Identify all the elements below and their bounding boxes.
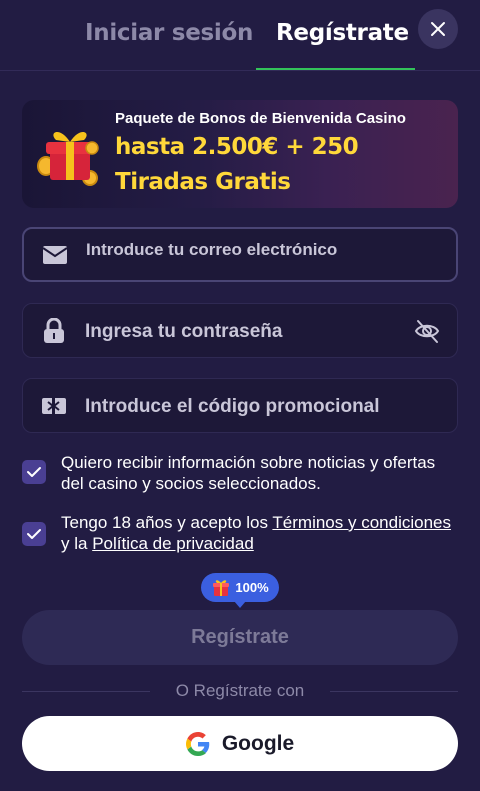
ticket-icon [41,393,67,419]
bonus-subtitle: Paquete de Bonos de Bienvenida Casino [115,110,406,127]
close-button[interactable] [418,9,458,49]
google-signup-button[interactable]: Google [22,716,458,771]
privacy-policy-link[interactable]: Política de privacidad [92,534,254,553]
google-button-label: Google [221,731,295,755]
welcome-bonus-banner: Paquete de Bonos de Bienvenida Casino ha… [22,100,458,208]
terms-prefix: Tengo 18 años y acepto los [61,513,273,532]
terms-link[interactable]: Términos y condiciones [272,513,451,532]
terms-checkbox[interactable] [22,522,46,546]
terms-label: Tengo 18 años y acepto los Términos y co… [61,512,451,554]
terms-middle: y la [61,534,93,553]
promo-code-input[interactable] [83,379,417,434]
newsletter-label: Quiero recibir información sobre noticia… [61,453,436,493]
gift-icon [213,579,230,596]
eye-slash-icon[interactable] [413,317,441,345]
email-field[interactable] [22,223,458,282]
gift-box-icon [37,131,99,186]
checkmark-icon [27,467,41,477]
envelope-icon [42,242,68,268]
password-input[interactable] [83,304,417,359]
newsletter-checkbox[interactable] [22,460,46,484]
password-field[interactable] [22,303,458,359]
divider-line-right [330,691,458,692]
email-input[interactable] [84,223,418,276]
auth-tabs: Iniciar sesión Regístrate [0,0,480,71]
active-tab-indicator [256,68,415,70]
promo-code-field[interactable] [22,378,458,434]
bonus-percent: 100% [235,580,269,595]
bonus-headline: hasta 2.500€ + 250 Tiradas Gratis [115,130,359,200]
bonus-headline-line2: Tiradas Gratis [115,169,291,195]
checkmark-icon [27,529,41,539]
lock-icon [41,317,67,344]
google-icon [185,731,210,756]
social-divider: O Regístrate con [22,680,458,702]
tab-register[interactable]: Regístrate [276,20,409,46]
close-icon [431,22,445,36]
tab-login[interactable]: Iniciar sesión [85,20,253,46]
bonus-headline-line1: hasta 2.500€ + 250 [115,134,359,160]
register-button[interactable]: Regístrate [22,610,458,665]
bonus-percent-badge: 100% [201,573,279,608]
